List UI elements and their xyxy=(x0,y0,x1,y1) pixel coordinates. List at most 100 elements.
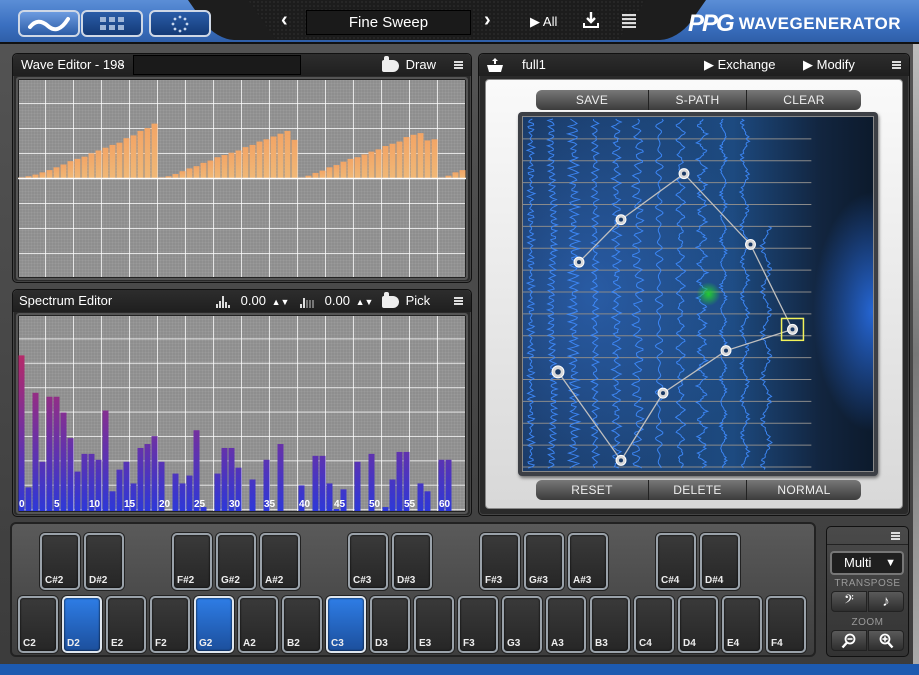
wavetable-name[interactable]: full1 xyxy=(522,54,546,76)
wavetable-canvas[interactable] xyxy=(522,116,874,472)
save-preset-button[interactable] xyxy=(582,11,600,34)
spectrum-bar[interactable] xyxy=(137,447,144,511)
next-preset-button[interactable]: › xyxy=(484,9,491,32)
wave-view-button[interactable] xyxy=(18,10,80,37)
spectrum-bar[interactable] xyxy=(32,392,39,511)
zoom-out-button[interactable] xyxy=(831,630,867,651)
spectrum-bar[interactable] xyxy=(81,453,88,511)
spectrum-bar[interactable] xyxy=(214,473,221,511)
save-button[interactable]: SAVE xyxy=(536,90,649,110)
spectrum-bar[interactable] xyxy=(186,475,193,511)
white-key-e4[interactable]: E4 xyxy=(722,596,762,653)
main-menu-button[interactable] xyxy=(622,14,636,33)
white-key-a2[interactable]: A2 xyxy=(238,596,278,653)
spectrum-editor-canvas[interactable]: 0 5 10 15 20 25 30 35 40 45 50 55 60 xyxy=(16,313,468,514)
white-key-f4[interactable]: F4 xyxy=(766,596,806,653)
spectrum-bar[interactable] xyxy=(382,507,389,511)
zoom-in-button[interactable] xyxy=(868,630,904,651)
spectrum-bar[interactable] xyxy=(46,396,53,511)
spectrum-bar[interactable] xyxy=(116,469,123,511)
spectrum-value2-control[interactable]: 0.00 ▲▼ xyxy=(300,290,373,313)
white-key-e3[interactable]: E3 xyxy=(414,596,454,653)
white-key-b2[interactable]: B2 xyxy=(282,596,322,653)
black-key-csharp2[interactable]: C#2 xyxy=(40,533,80,590)
spectrum-bar[interactable] xyxy=(221,447,228,511)
white-key-e2[interactable]: E2 xyxy=(106,596,146,653)
white-key-c3[interactable]: C3 xyxy=(326,596,366,653)
clear-button[interactable]: CLEAR xyxy=(747,90,861,110)
spectrum-editor-menu-icon[interactable] xyxy=(454,297,463,305)
spectrum-bar[interactable] xyxy=(417,483,424,511)
wave-name-input[interactable] xyxy=(133,55,301,75)
spectrum-bar[interactable] xyxy=(312,455,319,511)
spectrum-bar[interactable] xyxy=(74,471,81,511)
white-key-d3[interactable]: D3 xyxy=(370,596,410,653)
spectrum-bar[interactable] xyxy=(39,461,46,511)
spectrum-bar[interactable] xyxy=(326,483,333,511)
spectrum-bar[interactable] xyxy=(179,483,186,511)
grid-view-button[interactable] xyxy=(81,10,143,37)
spectrum-bar[interactable] xyxy=(53,396,60,511)
stepper-updown-icon[interactable]: ▲▼ xyxy=(356,297,374,307)
spectrum-bar[interactable] xyxy=(67,438,74,511)
white-key-f2[interactable]: F2 xyxy=(150,596,190,653)
black-key-dsharp2[interactable]: D#2 xyxy=(84,533,124,590)
spectrum-bar[interactable] xyxy=(102,410,109,511)
spectrum-bar[interactable] xyxy=(354,461,361,511)
black-key-gsharp3[interactable]: G#3 xyxy=(524,533,564,590)
spectrum-value1-control[interactable]: 0.00 ▲▼ xyxy=(216,290,289,313)
filter-all-button[interactable]: ▶ All xyxy=(530,14,557,30)
spectrum-bar[interactable] xyxy=(18,355,25,511)
transpose-down-button[interactable]: 𝄢 xyxy=(831,591,867,612)
wavetable-menu-icon[interactable] xyxy=(892,61,901,69)
white-key-d2[interactable]: D2 xyxy=(62,596,102,653)
spectrum-bar[interactable] xyxy=(389,479,396,511)
black-key-asharp3[interactable]: A#3 xyxy=(568,533,608,590)
white-key-c2[interactable]: C2 xyxy=(18,596,58,653)
white-key-f3[interactable]: F3 xyxy=(458,596,498,653)
wave-editor-canvas[interactable] xyxy=(16,77,468,280)
normal-button[interactable]: NORMAL xyxy=(747,480,861,500)
black-key-fsharp2[interactable]: F#2 xyxy=(172,533,212,590)
transpose-up-button[interactable]: ♪ xyxy=(868,591,904,612)
spectrum-bar[interactable] xyxy=(249,479,256,511)
spectrum-bar[interactable] xyxy=(144,444,151,511)
spectrum-bar[interactable] xyxy=(424,491,431,511)
controls-menu-icon[interactable] xyxy=(891,532,900,540)
black-key-dsharp4[interactable]: D#4 xyxy=(700,533,740,590)
prev-preset-button[interactable]: ‹ xyxy=(281,9,288,32)
black-key-asharp2[interactable]: A#2 xyxy=(260,533,300,590)
spectrum-bar[interactable] xyxy=(277,444,284,511)
draw-tool-button[interactable]: Draw xyxy=(382,54,436,76)
black-key-gsharp2[interactable]: G#2 xyxy=(216,533,256,590)
circle-view-button[interactable] xyxy=(149,10,211,37)
modify-button[interactable]: ▶ Modify xyxy=(803,54,855,76)
spectrum-bar[interactable] xyxy=(172,473,179,511)
white-key-g2[interactable]: G2 xyxy=(194,596,234,653)
black-key-csharp3[interactable]: C#3 xyxy=(348,533,388,590)
exchange-button[interactable]: ▶ Exchange xyxy=(704,54,775,76)
morph-cursor[interactable] xyxy=(696,282,721,306)
stepper-updown-icon[interactable]: ▲▼ xyxy=(272,297,290,307)
white-key-g3[interactable]: G3 xyxy=(502,596,542,653)
spectrum-bar[interactable] xyxy=(25,487,32,511)
reset-button[interactable]: RESET xyxy=(536,480,649,500)
spectrum-bar[interactable] xyxy=(151,436,158,511)
s-path-button[interactable]: S-PATH xyxy=(649,90,747,110)
spectrum-bar[interactable] xyxy=(109,491,116,511)
spectrum-bar[interactable] xyxy=(319,455,326,511)
delete-button[interactable]: DELETE xyxy=(649,480,747,500)
preset-name-display[interactable]: Fine Sweep xyxy=(306,10,471,35)
play-mode-select[interactable]: Multi ▼ xyxy=(830,551,904,575)
black-key-dsharp3[interactable]: D#3 xyxy=(392,533,432,590)
white-key-d4[interactable]: D4 xyxy=(678,596,718,653)
white-key-b3[interactable]: B3 xyxy=(590,596,630,653)
folder-upload-icon[interactable] xyxy=(487,58,503,72)
white-key-a3[interactable]: A3 xyxy=(546,596,586,653)
pick-tool-button[interactable]: Pick xyxy=(382,290,430,312)
wave-editor-menu-icon[interactable] xyxy=(454,61,463,69)
black-key-fsharp3[interactable]: F#3 xyxy=(480,533,520,590)
white-key-c4[interactable]: C4 xyxy=(634,596,674,653)
black-key-csharp4[interactable]: C#4 xyxy=(656,533,696,590)
spectrum-bar[interactable] xyxy=(396,451,403,511)
